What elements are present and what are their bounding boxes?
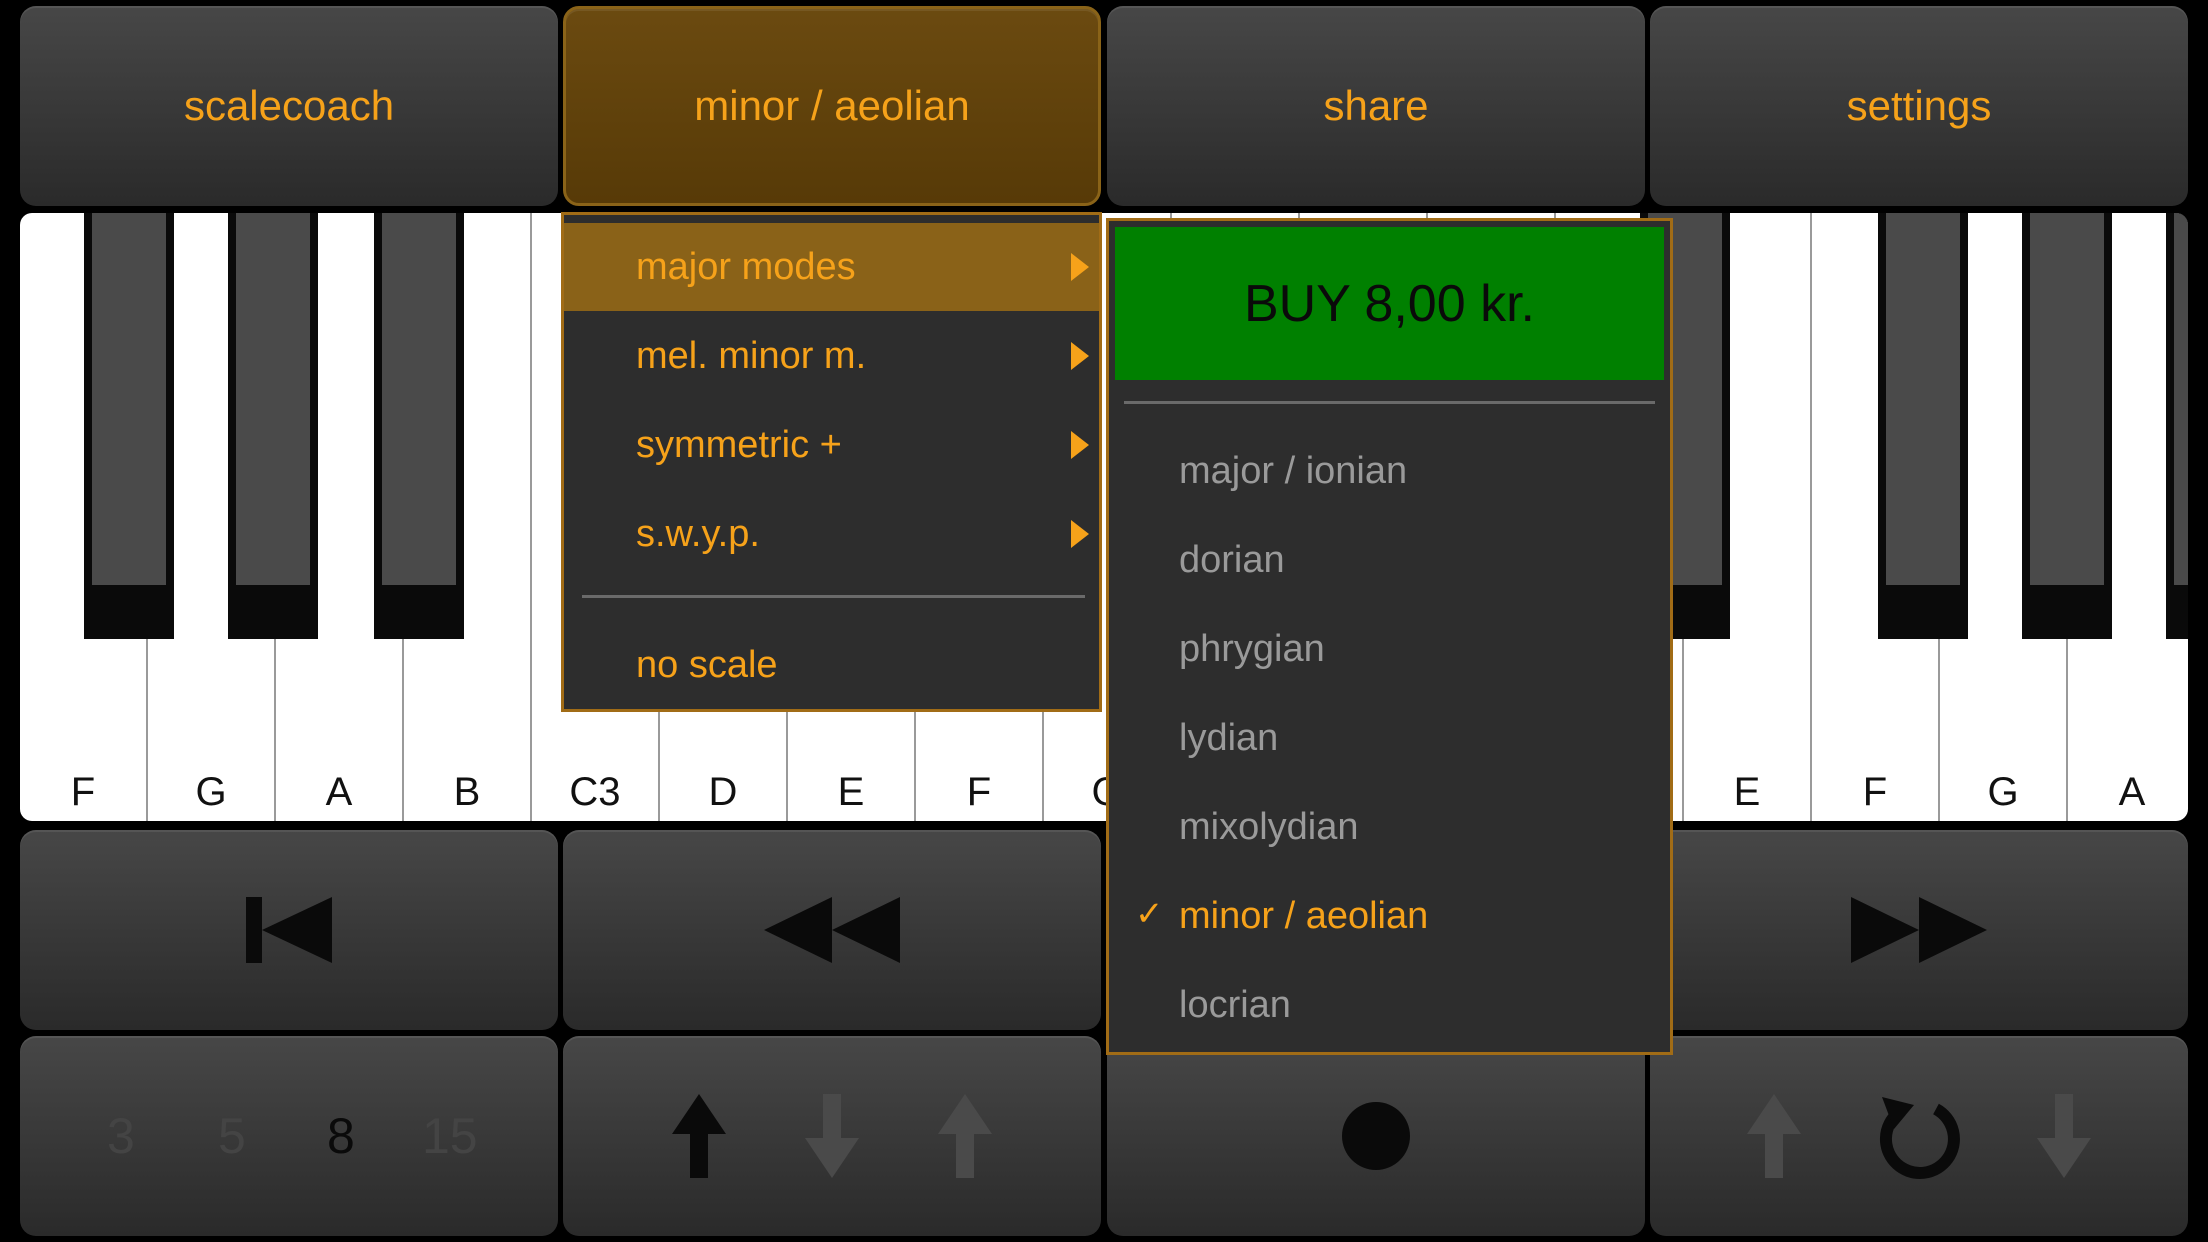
- black-key[interactable]: [228, 213, 318, 639]
- settings-label: settings: [1846, 82, 1992, 129]
- rewind-button[interactable]: [563, 830, 1101, 1030]
- skip-back-icon: [246, 897, 332, 963]
- arrow-down-icon[interactable]: [2037, 1094, 2092, 1178]
- rewind-icon: [764, 897, 900, 963]
- menu-item-swyp[interactable]: s.w.y.p.: [564, 490, 1099, 578]
- mode-item-lydian[interactable]: lydian: [1109, 694, 1670, 782]
- checkmark-icon: ✓: [1135, 895, 1164, 933]
- mode-item-label: mixolydian: [1179, 805, 1359, 848]
- menu-item-no-scale[interactable]: no scale: [564, 621, 1099, 709]
- mode-item-dorian[interactable]: dorian: [1109, 516, 1670, 604]
- scale-category-menu: major modes mel. minor m. symmetric + s.…: [561, 212, 1102, 712]
- menu-item-label: major modes: [636, 245, 856, 288]
- scale-select-button[interactable]: minor / aeolian: [563, 6, 1101, 206]
- black-key[interactable]: [1878, 213, 1968, 639]
- mode-item-label: lydian: [1179, 716, 1279, 759]
- buy-label: BUY 8,00 kr.: [1244, 274, 1535, 333]
- black-key[interactable]: [374, 213, 464, 639]
- direction-selector[interactable]: [563, 1036, 1101, 1236]
- mode-item-label: major / ionian: [1179, 449, 1408, 492]
- mode-item-ionian[interactable]: major / ionian: [1109, 427, 1670, 515]
- loop-selector[interactable]: [1650, 1036, 2188, 1236]
- black-key[interactable]: [84, 213, 174, 639]
- major-modes-submenu: BUY 8,00 kr. major / ionian dorian phryg…: [1106, 218, 1673, 1055]
- menu-item-label: symmetric +: [636, 423, 842, 466]
- key-label: E: [837, 770, 865, 814]
- share-label: share: [1323, 82, 1429, 129]
- submenu-arrow-icon: [1071, 431, 1089, 459]
- key-label: D: [708, 770, 738, 814]
- fast-forward-icon: [1851, 897, 1987, 963]
- app-menu-label: scalecoach: [183, 82, 395, 129]
- app-menu-button[interactable]: scalecoach: [20, 6, 558, 206]
- piano-keyboard[interactable]: F G A B C3 D E F G A B C4 D E F G A: [20, 213, 2188, 821]
- arrow-down-icon[interactable]: [804, 1094, 859, 1178]
- settings-button[interactable]: settings: [1650, 6, 2188, 206]
- black-key[interactable]: [2166, 213, 2188, 639]
- mode-item-locrian[interactable]: locrian: [1109, 961, 1670, 1049]
- menu-divider: [1124, 401, 1655, 404]
- mode-item-mixolydian[interactable]: mixolydian: [1109, 783, 1670, 871]
- key-label: A: [2118, 770, 2146, 814]
- mode-item-label: phrygian: [1179, 627, 1325, 670]
- menu-item-mel-minor[interactable]: mel. minor m.: [564, 312, 1099, 400]
- key-label: C3: [569, 770, 621, 814]
- share-button[interactable]: share: [1107, 6, 1645, 206]
- skip-to-start-button[interactable]: [20, 830, 558, 1030]
- octave-option[interactable]: 3: [107, 1107, 135, 1165]
- mode-item-aeolian[interactable]: ✓ minor / aeolian: [1109, 872, 1670, 960]
- record-icon: [1342, 1102, 1410, 1170]
- scale-select-label: minor / aeolian: [694, 82, 970, 129]
- menu-item-major-modes[interactable]: major modes: [564, 223, 1099, 311]
- key-label: F: [70, 770, 96, 814]
- key-label: E: [1733, 770, 1761, 814]
- arrow-up-down-icon[interactable]: [937, 1094, 992, 1178]
- key-label: G: [195, 770, 227, 814]
- menu-item-label: no scale: [636, 643, 778, 686]
- menu-item-symmetric[interactable]: symmetric +: [564, 401, 1099, 489]
- record-button[interactable]: [1107, 1036, 1645, 1236]
- key-label: B: [453, 770, 481, 814]
- key-label: G: [1987, 770, 2019, 814]
- mode-item-label: dorian: [1179, 538, 1285, 581]
- menu-item-label: mel. minor m.: [636, 334, 867, 377]
- mode-item-label: minor / aeolian: [1179, 894, 1429, 937]
- octave-option[interactable]: 15: [422, 1107, 478, 1165]
- key-label: F: [1862, 770, 1888, 814]
- mode-item-phrygian[interactable]: phrygian: [1109, 605, 1670, 693]
- fast-forward-button[interactable]: [1650, 830, 2188, 1030]
- octave-option[interactable]: 5: [218, 1107, 246, 1165]
- buy-button[interactable]: BUY 8,00 kr.: [1115, 227, 1664, 380]
- repeat-icon[interactable]: [1874, 1091, 1964, 1181]
- arrow-up-icon[interactable]: [672, 1094, 727, 1178]
- submenu-arrow-icon: [1071, 253, 1089, 281]
- key-label: A: [325, 770, 353, 814]
- key-label: F: [966, 770, 992, 814]
- submenu-arrow-icon: [1071, 520, 1089, 548]
- menu-item-label: s.w.y.p.: [636, 512, 760, 555]
- mode-item-label: locrian: [1179, 983, 1291, 1026]
- menu-divider: [582, 595, 1085, 598]
- black-key[interactable]: [2022, 213, 2112, 639]
- submenu-arrow-icon: [1071, 342, 1089, 370]
- octave-option-selected[interactable]: 8: [327, 1107, 355, 1165]
- arrow-up-icon[interactable]: [1746, 1094, 1801, 1178]
